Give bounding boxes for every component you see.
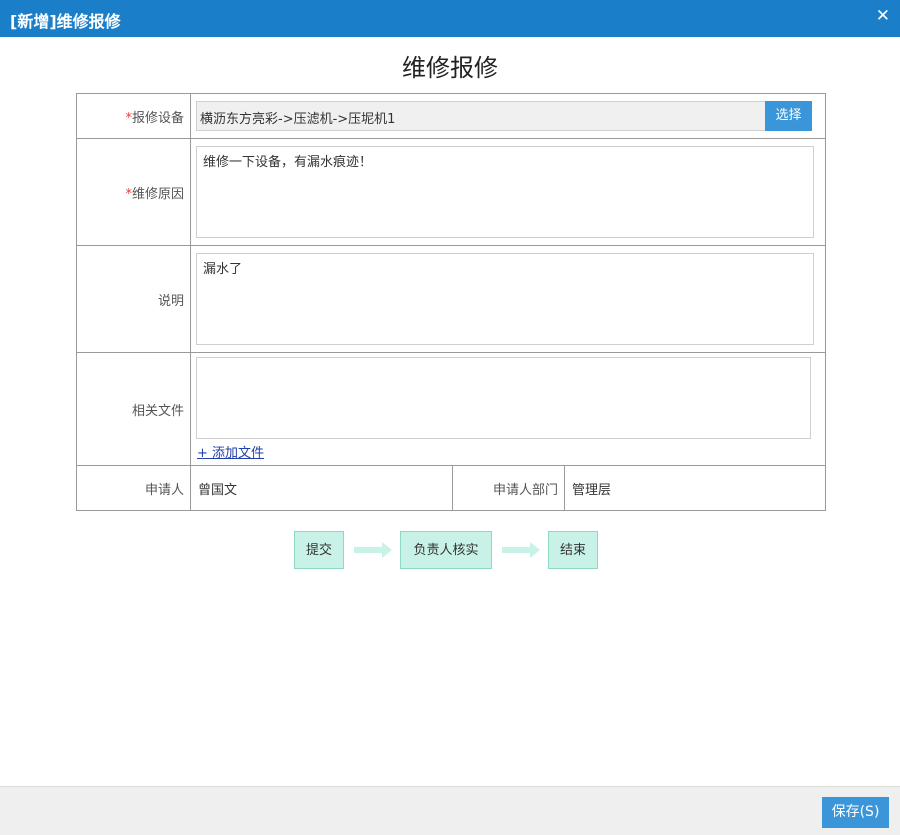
files-cell: + 添加文件 bbox=[190, 352, 826, 466]
reason-label-text: 维修原因 bbox=[131, 186, 184, 202]
footer-bar: 保存(S) bbox=[0, 786, 900, 835]
window-title: [新增]维修报修 bbox=[10, 12, 121, 31]
files-row: 相关文件 + 添加文件 bbox=[76, 352, 826, 466]
description-cell: 漏水了 bbox=[190, 245, 826, 353]
applicant-value: 曾国文 bbox=[190, 465, 453, 511]
workflow-step-end: 结束 bbox=[548, 531, 598, 569]
device-value: 横沥东方亮彩->压滤机->压坭机1 bbox=[200, 112, 396, 127]
add-file-link[interactable]: + 添加文件 bbox=[197, 442, 264, 461]
reason-row: *维修原因 维修一下设备，有漏水痕迹！ bbox=[76, 138, 826, 246]
arrow-right-icon bbox=[354, 542, 392, 558]
department-value: 管理层 bbox=[564, 465, 826, 511]
device-field[interactable]: 横沥东方亮彩->压滤机->压坭机1 选择 bbox=[196, 101, 812, 131]
reason-cell: 维修一下设备，有漏水痕迹！ bbox=[190, 138, 826, 246]
device-cell: 横沥东方亮彩->压滤机->压坭机1 选择 bbox=[190, 93, 826, 139]
device-label: *报修设备 bbox=[76, 93, 191, 139]
save-button[interactable]: 保存(S) bbox=[822, 797, 889, 828]
repair-form: *报修设备 横沥东方亮彩->压滤机->压坭机1 选择 *维修原因 维修一下设备，… bbox=[76, 93, 826, 511]
description-label: 说明 bbox=[76, 245, 191, 353]
department-label: 申请人部门 bbox=[452, 465, 565, 511]
reason-textarea[interactable]: 维修一下设备，有漏水痕迹！ bbox=[196, 146, 814, 238]
file-list-area bbox=[196, 357, 811, 439]
files-label: 相关文件 bbox=[76, 352, 191, 466]
form-title: 维修报修 bbox=[402, 54, 498, 82]
arrow-right-icon bbox=[502, 542, 540, 558]
device-label-text: 报修设备 bbox=[131, 110, 184, 126]
close-icon[interactable]: ✕ bbox=[876, 6, 890, 26]
workflow: 提交 负责人核实 结束 bbox=[0, 531, 900, 569]
description-row: 说明 漏水了 bbox=[76, 245, 826, 353]
select-device-button[interactable]: 选择 bbox=[765, 101, 812, 131]
window-titlebar: [新增]维修报修 ✕ bbox=[0, 0, 900, 37]
device-row: *报修设备 横沥东方亮彩->压滤机->压坭机1 选择 bbox=[76, 93, 826, 139]
reason-label: *维修原因 bbox=[76, 138, 191, 246]
workflow-step-verify: 负责人核实 bbox=[400, 531, 492, 569]
description-textarea[interactable]: 漏水了 bbox=[196, 253, 814, 345]
applicant-row: 申请人 曾国文 申请人部门 管理层 bbox=[76, 465, 826, 511]
workflow-step-submit: 提交 bbox=[294, 531, 344, 569]
applicant-label: 申请人 bbox=[76, 465, 191, 511]
